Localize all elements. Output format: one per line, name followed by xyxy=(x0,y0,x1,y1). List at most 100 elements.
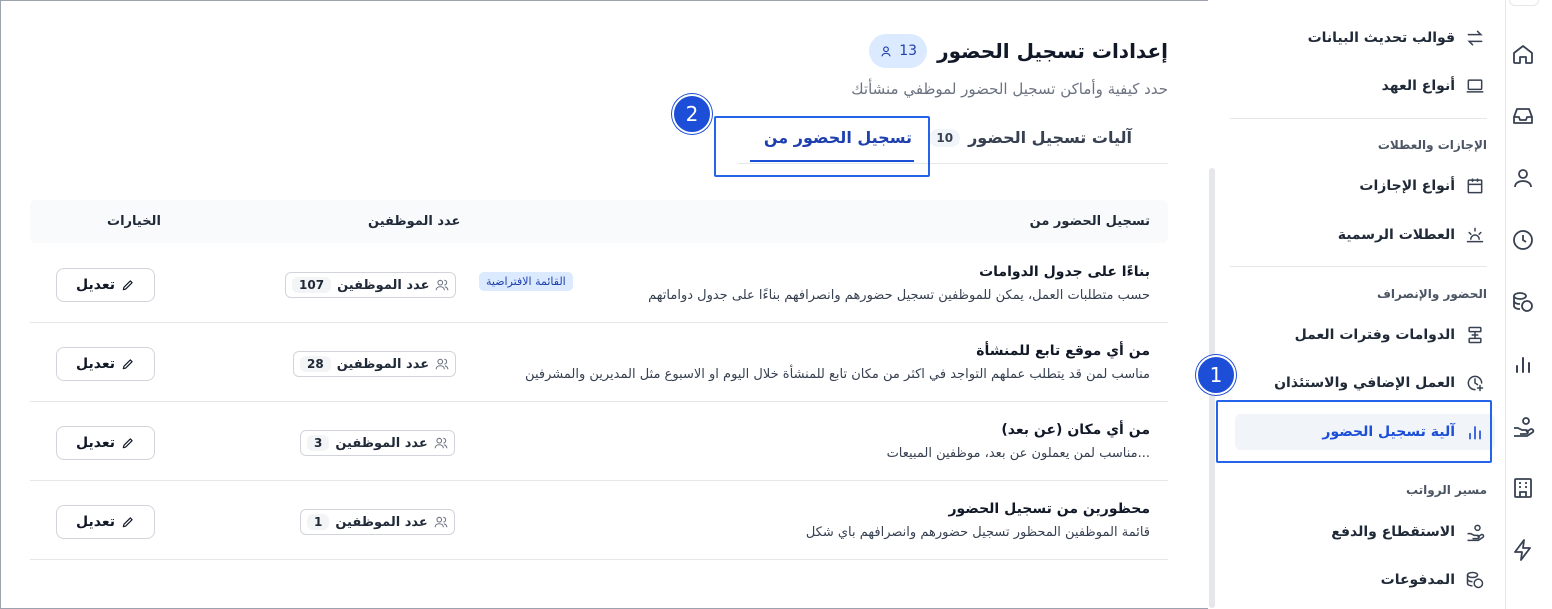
highlight-box-sidebar xyxy=(1216,400,1492,463)
sidebar-item-label: العطلات الرسمية xyxy=(1337,227,1455,243)
users-icon xyxy=(435,358,449,370)
employee-count-value: 107 xyxy=(292,277,332,293)
employee-count-button[interactable]: عدد الموظفين 28 xyxy=(293,351,457,377)
employee-count-value: 3 xyxy=(307,435,330,451)
sidebar-item-public-holidays[interactable]: العطلات الرسمية xyxy=(1235,217,1495,253)
sidebar-item-deductions-payments[interactable]: الاستقطاع والدفع xyxy=(1235,514,1495,550)
clock-icon[interactable] xyxy=(1511,228,1535,252)
column-header-employees: عدد الموظفين xyxy=(368,214,461,229)
home-icon[interactable] xyxy=(1511,42,1535,66)
row-description: مناسب لمن قد يتطلب عملهم التواجد في اكثر… xyxy=(525,367,1150,382)
lightning-icon[interactable] xyxy=(1511,538,1535,562)
row-title: من أي موقع تابع للمنشأة xyxy=(976,343,1150,359)
sidebar-item-label: الاستقطاع والدفع xyxy=(1331,524,1455,540)
edit-button-label: تعديل xyxy=(76,514,115,530)
sidebar-item-label: أنواع العهد xyxy=(1381,78,1455,94)
user-icon[interactable] xyxy=(1511,166,1535,190)
row-description: مناسب لمن يعملون عن بعد، موظفين المبيعات… xyxy=(886,446,1150,461)
sidebar-divider xyxy=(1230,118,1487,119)
title-row: إعدادات تسجيل الحضور 13 xyxy=(869,34,1168,68)
sidebar-item-label: قوالب تحديث البيانات xyxy=(1307,30,1455,46)
edit-button[interactable]: تعديل xyxy=(56,347,155,381)
sidebar-item-overtime-permissions[interactable]: العمل الإضافي والاستئذان xyxy=(1235,365,1495,401)
bar-chart-icon[interactable] xyxy=(1511,352,1535,376)
sidebar-item-label: العمل الإضافي والاستئذان xyxy=(1274,375,1455,391)
hand-money-icon[interactable] xyxy=(1511,414,1535,438)
employee-count-label: عدد الموظفين xyxy=(335,435,428,451)
sidebar-item-data-update-templates[interactable]: قوالب تحديث البيانات xyxy=(1235,20,1495,56)
table-row: من أي موقع تابع للمنشأة مناسب لمن قد يتط… xyxy=(30,323,1168,402)
edit-button[interactable]: تعديل xyxy=(56,426,155,460)
sidebar-item-label: المدفوعات xyxy=(1380,572,1455,588)
pencil-icon xyxy=(122,280,133,291)
settings-count-badge: 13 xyxy=(869,34,928,68)
tab-attendance-mechanisms[interactable]: آليات تسجيل الحضور 10 xyxy=(929,128,1132,147)
settings-sidebar: قوالب تحديث البيانات أنواع العهد الإجازا… xyxy=(1208,0,1505,609)
inbox-icon[interactable] xyxy=(1511,104,1535,128)
sidebar-divider xyxy=(1230,266,1487,267)
employee-count-button[interactable]: عدد الموظفين 1 xyxy=(300,509,455,535)
employee-count-value: 1 xyxy=(307,514,330,530)
page-title: إعدادات تسجيل الحضور xyxy=(937,39,1168,63)
sidebar-item-label: الدوامات وفترات العمل xyxy=(1294,327,1455,343)
highlight-box-tab xyxy=(714,116,930,177)
annotation-badge-1: 1 xyxy=(1196,355,1236,395)
swap-arrows-icon xyxy=(1467,30,1483,46)
settings-count: 13 xyxy=(899,43,918,59)
table-row: من أي مكان (عن بعد) مناسب لمن يعملون عن … xyxy=(30,402,1168,481)
sidebar-item-label: أنواع الإجازات xyxy=(1359,178,1455,194)
sunset-icon xyxy=(1466,227,1484,243)
sidebar-item-payments[interactable]: المدفوعات xyxy=(1235,562,1495,598)
edit-button-label: تعديل xyxy=(76,435,115,451)
column-header-source: تسجيل الحضور من xyxy=(1029,214,1150,229)
pencil-icon xyxy=(122,438,133,449)
edit-button[interactable]: تعديل xyxy=(56,505,155,539)
users-icon xyxy=(434,437,448,449)
building-icon[interactable] xyxy=(1511,476,1535,500)
pencil-icon xyxy=(122,359,133,370)
row-title: بناءًا على جدول الدوامات xyxy=(979,264,1150,280)
row-description: قائمة الموظفين المحظور تسجيل حضورهم وانص… xyxy=(805,525,1150,540)
rail-top-button[interactable] xyxy=(1509,0,1539,6)
employee-count-label: عدد الموظفين xyxy=(336,356,430,372)
default-list-badge: القائمة الافتراضية xyxy=(479,272,573,291)
hand-money-icon xyxy=(1467,524,1485,542)
users-icon xyxy=(434,516,448,528)
row-description: حسب متطلبات العمل، يمكن للموظفين تسجيل ح… xyxy=(648,288,1150,303)
page-subtitle: حدد كيفية وأماكن تسجيل الحضور لموظفي منش… xyxy=(851,80,1168,98)
icon-rail xyxy=(1505,0,1552,609)
sidebar-item-leave-types[interactable]: أنواع الإجازات xyxy=(1235,168,1495,204)
employee-count-label: عدد الموظفين xyxy=(335,514,428,530)
table-row: بناءًا على جدول الدوامات حسب متطلبات الع… xyxy=(30,244,1168,323)
main-content: إعدادات تسجيل الحضور 13 حدد كيفية وأماكن… xyxy=(30,0,1168,609)
sidebar-section-payroll: مسير الرواتب xyxy=(1405,483,1487,497)
table-row: محظورين من تسجيل الحضور قائمة الموظفين ا… xyxy=(30,481,1168,560)
sidebar-section-attendance: الحضور والإنصراف xyxy=(1376,287,1487,301)
clock-plus-icon xyxy=(1467,375,1484,392)
employee-count-label: عدد الموظفين xyxy=(337,277,430,293)
coins-icon xyxy=(1466,571,1484,589)
edit-button-label: تعديل xyxy=(76,277,115,293)
sidebar-item-shifts[interactable]: الدوامات وفترات العمل xyxy=(1235,317,1495,353)
users-icon xyxy=(436,279,449,291)
edit-button[interactable]: تعديل xyxy=(56,268,155,302)
employee-count-button[interactable]: عدد الموظفين 3 xyxy=(300,430,455,456)
shifts-icon xyxy=(1468,326,1482,344)
tab-count-badge: 10 xyxy=(929,128,961,147)
row-title: من أي مكان (عن بعد) xyxy=(1001,422,1150,438)
row-title: محظورين من تسجيل الحضور xyxy=(948,501,1150,517)
annotation-badge-2: 2 xyxy=(672,94,712,134)
edit-button-label: تعديل xyxy=(76,356,115,372)
sidebar-item-custody-types[interactable]: أنواع العهد xyxy=(1235,68,1495,104)
employee-count-value: 28 xyxy=(300,356,331,372)
calendar-icon xyxy=(1467,178,1483,194)
employee-count-button[interactable]: عدد الموظفين 107 xyxy=(285,272,457,298)
tab-label: آليات تسجيل الحضور xyxy=(968,128,1132,147)
location-user-icon xyxy=(881,46,891,57)
table-header: تسجيل الحضور من عدد الموظفين الخيارات xyxy=(30,200,1168,243)
pencil-icon xyxy=(122,517,133,528)
coins-icon[interactable] xyxy=(1511,290,1535,314)
laptop-icon xyxy=(1466,79,1484,93)
column-header-options: الخيارات xyxy=(107,214,161,229)
sidebar-section-leaves: الإجازات والعطلات xyxy=(1377,138,1487,152)
